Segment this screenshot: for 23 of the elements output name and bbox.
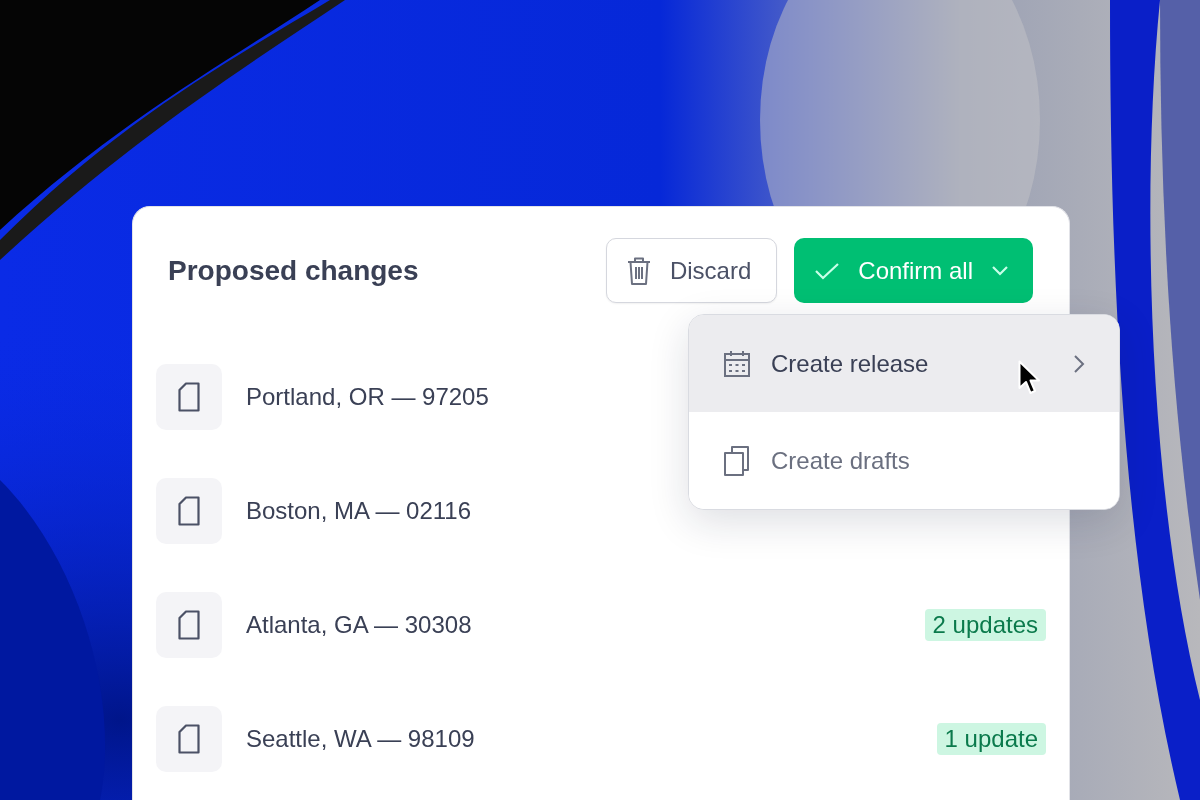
panel-title: Proposed changes: [168, 254, 420, 287]
menu-item-label: Create release: [771, 349, 930, 378]
document-icon: [178, 496, 200, 526]
location-name: Portland, OR — 97205: [246, 383, 490, 411]
check-icon: [814, 260, 841, 281]
calendar-icon: [723, 349, 751, 378]
location-name: Seattle, WA — 98109: [246, 725, 476, 753]
update-count-badge: 1 update: [936, 723, 1046, 755]
location-name: Atlanta, GA — 30308: [246, 611, 473, 639]
document-icon: [178, 724, 200, 754]
update-count-badge: 2 updates: [924, 609, 1046, 641]
copy-icon: [723, 444, 751, 477]
menu-item[interactable]: Create release: [689, 315, 1119, 412]
document-icon: [178, 610, 200, 640]
document-icon: [178, 382, 200, 412]
menu-item[interactable]: Create drafts: [689, 412, 1119, 509]
trash-icon: [625, 255, 652, 286]
discard-button[interactable]: Discard: [605, 238, 778, 303]
location-name: Boston, MA — 02116: [246, 497, 473, 525]
menu-item-label: Create drafts: [771, 446, 911, 475]
chevron-right-icon: [1073, 353, 1085, 374]
caret-icon: [991, 264, 1009, 277]
mouse-pointer-icon: [1018, 360, 1040, 396]
